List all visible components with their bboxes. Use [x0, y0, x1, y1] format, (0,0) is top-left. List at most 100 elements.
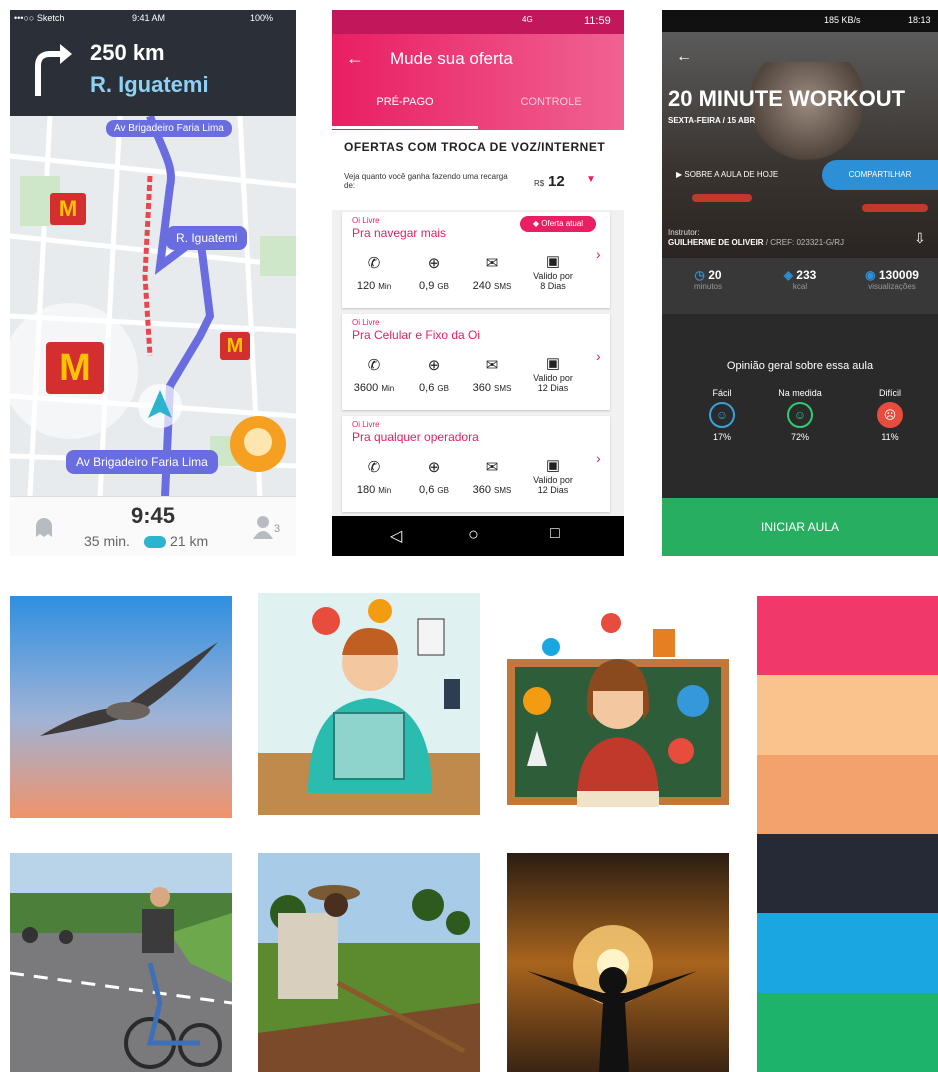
minutes-value: 120: [356, 280, 376, 292]
validity-cell: ▣ Valido por 8 Dias: [522, 254, 584, 291]
rating-percent: 17%: [712, 432, 731, 442]
weight-plate: [862, 204, 928, 212]
marker-letter: M: [226, 335, 244, 357]
offer-tag: Oi Livre: [352, 420, 380, 429]
chevron-right-icon[interactable]: ›: [596, 246, 601, 262]
rating-percent: 72%: [790, 432, 809, 442]
recharge-value[interactable]: 12: [548, 173, 565, 190]
workout-hero-image: ← 20 MINUTE WORKOUT SEXTA-FEIRA / 15 ABR…: [662, 32, 938, 258]
offer-card-3[interactable]: Oi Livre Pra qualquer operadora ✆ 180 Min…: [342, 416, 610, 512]
rating-percent: 11%: [881, 432, 899, 442]
stats-row: ◷ 20 minutos ◈ 233 kcal ◉ 130009 visualizaç…: [662, 258, 938, 314]
offer-card-1[interactable]: Oi Livre Pra navegar mais ◆ Oferta atual…: [342, 212, 610, 308]
palette-swatch: [757, 834, 938, 914]
rating-label: Fácil: [712, 388, 732, 398]
chevron-right-icon[interactable]: ›: [596, 450, 601, 466]
seagull-photo: [10, 596, 232, 818]
minutes-cell: ✆ 120 Min: [344, 254, 404, 292]
rating-hard[interactable]: Difícil ☹ 11%: [850, 388, 930, 442]
sunset-person-figure: [527, 925, 697, 1072]
validity-label: Valido por: [533, 373, 573, 383]
sms-value: 240: [472, 280, 491, 292]
data-value: 0,6: [419, 382, 435, 394]
globe-icon: ⊕: [427, 459, 441, 476]
validity-days: 12 Dias: [537, 383, 569, 393]
route-icon: [144, 536, 166, 548]
tab-pre-pago[interactable]: PRÉ-PAGO: [332, 96, 478, 108]
about-link[interactable]: ▶ SOBRE A AULA DE HOJE: [676, 170, 778, 179]
calendar-icon: ▣: [545, 355, 561, 372]
tab-controle[interactable]: CONTROLE: [478, 96, 624, 108]
sms-unit: SMS: [494, 486, 512, 495]
offer-name: Pra qualquer operadora: [352, 430, 479, 444]
sms-value: 360: [472, 382, 491, 394]
mcdonalds-marker[interactable]: M: [50, 193, 86, 225]
back-arrow-icon[interactable]: ←: [676, 48, 692, 66]
turn-instruction-panel: 250 km R. Iguatemi: [10, 28, 296, 116]
flame-icon: ◈: [783, 268, 797, 282]
envelope-icon: ✉: [485, 255, 499, 272]
person-icon[interactable]: [252, 515, 274, 539]
stat-minutes: ◷ 20 minutos: [662, 268, 754, 291]
sms-cell: ✉ 360 SMS: [464, 356, 520, 394]
stat-views: ◉ 130009 visualizações: [846, 268, 938, 291]
data-cell: ⊕ 0,6 GB: [408, 458, 460, 496]
android-nav-bar: ◁ ○ □: [332, 516, 624, 556]
network-speed: 185 KB/s: [824, 15, 861, 25]
data-unit: GB: [437, 486, 449, 495]
tab-indicator: [332, 126, 478, 129]
status-bar: •••○○ Sketch 9:41 AM 100%: [10, 10, 296, 28]
offer-tag: Oi Livre: [352, 216, 380, 225]
stat-value: 20: [708, 268, 722, 282]
minutes-unit: Min: [381, 384, 395, 393]
color-palette: [757, 596, 938, 1072]
turn-street: R. Iguatemi: [90, 72, 209, 97]
minutes-value: 180: [356, 484, 376, 496]
back-arrow-icon[interactable]: ←: [346, 48, 364, 69]
sms-cell: ✉ 240 SMS: [464, 254, 520, 292]
workout-screen: 185 KB/s 18:13 ← 20 MINUTE WORKOUT SEXTA…: [662, 10, 938, 556]
instructor-cref: / CREF: 023321-G/RJ: [765, 238, 845, 247]
dropdown-arrow-icon[interactable]: ▼: [586, 174, 596, 185]
validity-days: 12 Dias: [537, 485, 569, 495]
minutes-cell: ✆ 180 Min: [344, 458, 404, 496]
chevron-right-icon[interactable]: ›: [596, 348, 601, 364]
instructor-label: Instrutor:: [668, 228, 700, 237]
data-cell: ⊕ 0,6 GB: [408, 356, 460, 394]
offer-card-2[interactable]: Oi Livre Pra Celular e Fixo da Oi ✆ 3600 …: [342, 314, 610, 410]
cyclists-figure: [10, 853, 232, 1072]
phone-icon: ✆: [367, 459, 381, 476]
instructor-name: GUILHERME DE OLIVEIR: [668, 238, 764, 247]
stat-label: kcal: [792, 282, 808, 291]
recents-square-icon[interactable]: □: [550, 525, 560, 543]
app-bar: ← Mude sua oferta PRÉ-PAGO CONTROLE: [332, 34, 624, 130]
back-triangle-icon[interactable]: ◁: [390, 526, 402, 546]
sms-cell: ✉ 360 SMS: [464, 458, 520, 496]
turn-distance: 250 km: [90, 40, 165, 65]
home-circle-icon[interactable]: ○: [468, 524, 479, 545]
seagull-figure: [40, 642, 218, 736]
validity-days: 8 Dias: [540, 281, 566, 291]
sms-unit: SMS: [494, 282, 512, 291]
turn-right-arrow-icon: [35, 44, 72, 96]
rating-medium[interactable]: Na medida ☺ 72%: [760, 388, 840, 442]
clock: 18:13: [908, 15, 931, 25]
mcdonalds-marker-large[interactable]: M: [46, 342, 104, 394]
multitasking-illustration: [258, 593, 480, 815]
minutes-unit: Min: [378, 282, 392, 291]
sms-value: 360: [472, 484, 491, 496]
start-class-button[interactable]: INICIAR AULA: [662, 498, 938, 556]
map-canvas[interactable]: [10, 116, 296, 496]
palette-swatch: [757, 596, 938, 676]
rating-easy[interactable]: Fácil ☺ 17%: [682, 388, 762, 442]
sunset-person-photo: [507, 853, 729, 1072]
mcdonalds-marker-small[interactable]: M: [220, 332, 250, 360]
eta-bar[interactable]: 9:45 35 min. 21 km 3: [10, 496, 296, 556]
download-cloud-icon[interactable]: ⇩: [914, 230, 926, 247]
section-title: OFERTAS COM TROCA DE VOZ/INTERNET: [344, 140, 606, 154]
road-label-bottom: Av Brigadeiro Faria Lima: [66, 450, 218, 474]
data-cell: ⊕ 0,9 GB: [408, 254, 460, 292]
recharge-panel: OFERTAS COM TROCA DE VOZ/INTERNET Veja q…: [332, 130, 624, 210]
share-button[interactable]: COMPARTILHAR: [822, 160, 938, 190]
instructor-line: GUILHERME DE OLIVEIR / CREF: 023321-G/RJ: [668, 238, 844, 247]
